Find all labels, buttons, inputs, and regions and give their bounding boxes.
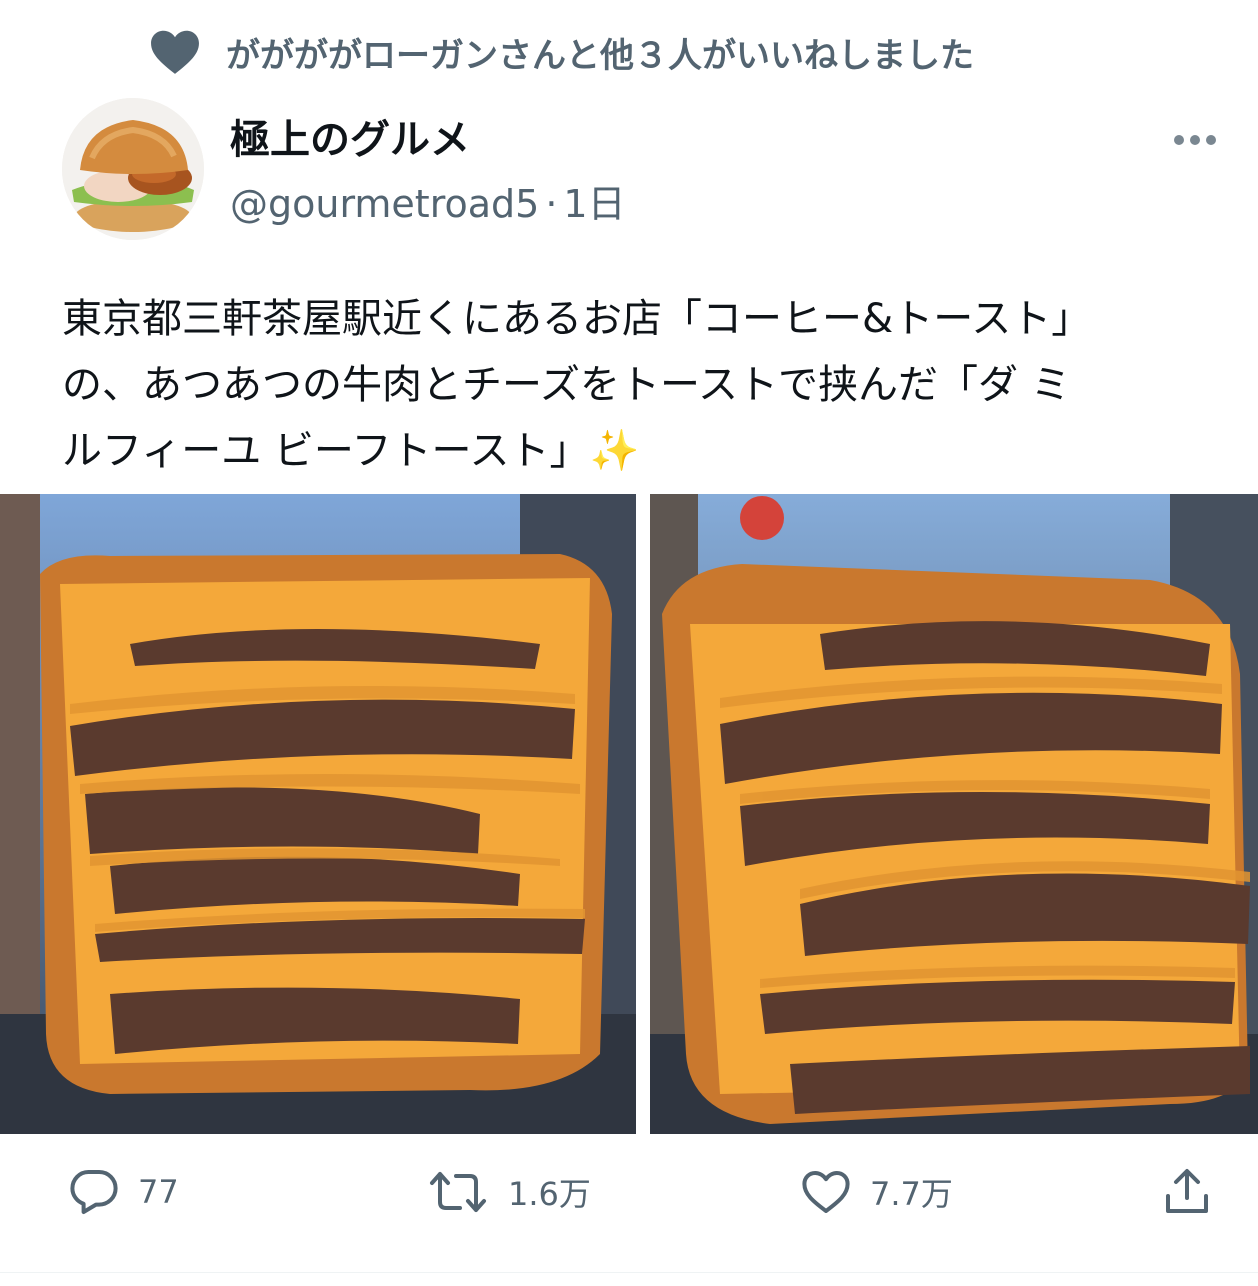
beef-toast-photo <box>0 494 636 1134</box>
tweet-text-line: の、あつあつの牛肉とチーズをトーストで挟んだ「ダ ミ <box>62 362 1071 408</box>
hamburger-avatar-icon <box>62 98 204 240</box>
beef-toast-photo <box>650 494 1258 1134</box>
share-icon <box>1166 1169 1208 1213</box>
heart-icon <box>150 29 200 75</box>
retweet-icon <box>430 1172 486 1212</box>
retweet-button[interactable]: 1.6万 <box>428 1160 591 1224</box>
more-options-button[interactable] <box>1172 120 1218 160</box>
social-context-text: ががががローガンさんと他３人がいいねしました <box>226 35 974 76</box>
retweet-count: 1.6万 <box>508 1175 591 1213</box>
tweet-time[interactable]: 1日 <box>563 176 625 232</box>
social-context[interactable]: ががががローガンさんと他３人がいいねしました <box>150 24 974 80</box>
meta-separator: · <box>545 182 558 226</box>
heart-outline-icon <box>802 1171 850 1213</box>
reply-count: 77 <box>138 1173 179 1211</box>
share-button[interactable] <box>1164 1160 1210 1224</box>
tweet-text: 東京都三軒茶屋駅近くにあるお店「コーヒー&トースト」 の、あつあつの牛肉とチーズ… <box>62 286 1212 484</box>
divider <box>0 1272 1258 1273</box>
ellipsis-icon <box>1174 135 1216 145</box>
tweet-text-line: ルフィーユ ビーフトースト」✨ <box>62 428 640 474</box>
tweet-photo-2[interactable] <box>650 494 1258 1134</box>
author-meta: @gourmetroad5 · 1日 <box>230 176 626 232</box>
tweet-action-bar: 77 1.6万 7.7万 <box>0 1160 1258 1224</box>
tweet-photo-1[interactable] <box>0 494 636 1134</box>
author-handle[interactable]: @gourmetroad5 <box>230 176 539 232</box>
like-count: 7.7万 <box>870 1175 953 1213</box>
tweet-text-line: 東京都三軒茶屋駅近くにあるお店「コーヒー&トースト」 <box>62 296 1092 342</box>
like-button[interactable]: 7.7万 <box>802 1160 953 1224</box>
reply-icon <box>70 1170 118 1214</box>
avatar[interactable] <box>62 98 204 240</box>
author-display-name[interactable]: 極上のグルメ <box>230 112 470 168</box>
reply-button[interactable]: 77 <box>70 1160 179 1224</box>
